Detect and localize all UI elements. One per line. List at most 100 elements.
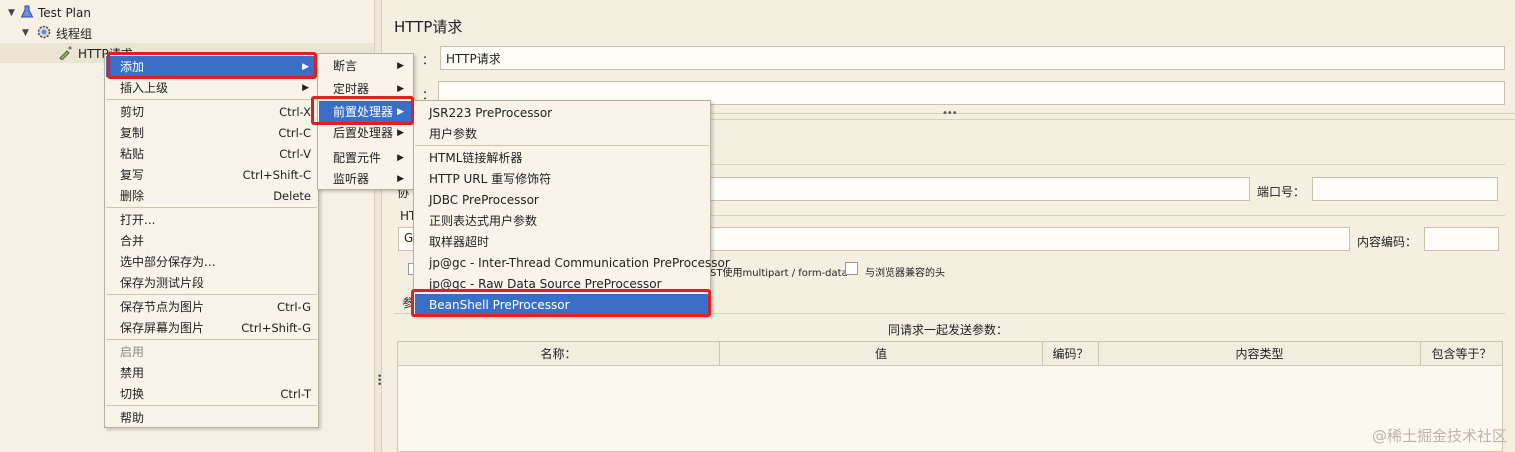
menu-item-user-parameters[interactable]: 用户参数 [415,123,709,144]
menu-item-jsr223-preprocessor[interactable]: JSR223 PreProcessor [415,102,709,123]
tree-node-thread-group[interactable]: ▼ 线程组 [22,23,92,43]
menu-item-label: BeanShell PreProcessor [429,297,570,312]
menu-separator [106,405,317,406]
menu-item-inter-thread-communication[interactable]: jp@gc - Inter-Thread Communication PrePr… [415,252,730,273]
menu-item-delete[interactable]: 删除 Delete [106,185,317,206]
menu-item-add[interactable]: 添加 ▶ [106,56,317,77]
menu-item-label: 添加 [120,60,145,74]
menu-item-label: 打开... [120,213,156,227]
menu-separator [106,207,317,208]
menu-item-label: 正则表达式用户参数 [429,214,538,228]
menu-item-label: 启用 [120,345,145,359]
menu-item-raw-data-source[interactable]: jp@gc - Raw Data Source PreProcessor [415,273,709,294]
menu-item-label: 保存为测试片段 [120,276,205,290]
menu-item-pre-processors[interactable]: 前置处理器 ▶ [319,101,412,122]
gear-icon [36,24,56,43]
menu-item-label: 后置处理器 [333,126,394,140]
browser-headers-checkbox[interactable] [845,262,858,275]
menu-item-help[interactable]: 帮助 [106,407,317,428]
menu-item-label: 保存节点为图片 [120,300,205,314]
menu-item-shortcut: Ctrl-G [277,299,311,314]
menu-item-save-node-as-image[interactable]: 保存节点为图片 Ctrl-G [106,296,317,317]
menu-item-copy[interactable]: 复制 Ctrl-C [106,122,317,143]
path-field[interactable] [710,227,1350,251]
menu-separator [106,99,317,100]
menu-separator [415,145,709,146]
menu-item-toggle[interactable]: 切换 Ctrl-T [106,383,317,404]
menu-item-label: 剪切 [120,105,145,119]
menu-item-label: JDBC PreProcessor [429,192,539,207]
multipart-label: ST使用multipart / form-data [710,268,848,279]
watermark: @稀土掘金技术社区 [1371,427,1507,445]
menu-item-shortcut: Ctrl-V [279,146,311,161]
menu-separator [106,339,317,340]
menu-item-post-processors[interactable]: 后置处理器 ▶ [319,122,412,143]
menu-item-paste[interactable]: 粘贴 Ctrl-V [106,143,317,164]
menu-item-label: JSR223 PreProcessor [429,105,553,120]
menu-item-label: 禁用 [120,366,145,380]
menu-item-assertions[interactable]: 断言 ▶ [319,55,412,76]
menu-item-label: 帮助 [120,411,145,425]
content-encoding-field[interactable] [1424,227,1499,251]
menu-item-label: 监听器 [333,172,370,186]
menu-item-save-as-test-fragment[interactable]: 保存为测试片段 [106,272,317,293]
menu-item-shortcut: Ctrl+Shift-G [241,320,311,335]
menu-item-label: 配置元件 [333,151,382,165]
menu-item-label: 断言 [333,59,358,73]
menu-item-disable[interactable]: 禁用 [106,362,317,383]
menu-item-save-screen-as-image[interactable]: 保存屏幕为图片 Ctrl+Shift-G [106,317,317,338]
menu-item-http-url-rewriting-modifier[interactable]: HTTP URL 重写修饰符 [415,168,709,189]
menu-item-label: 前置处理器 [333,105,394,119]
tree-label-test-plan: Test Plan [38,6,91,20]
column-header-include-equals[interactable]: 包含等于？ [1421,342,1502,366]
menu-item-listeners[interactable]: 监听器 ▶ [319,168,412,189]
menu-item-merge[interactable]: 合并 [106,230,317,251]
column-header-encode[interactable]: 编码？ [1043,342,1099,366]
submenu-arrow-icon: ▶ [397,127,404,138]
splitter-grip-icon[interactable]: ••• [377,373,382,390]
menu-item-open[interactable]: 打开... [106,209,317,230]
menu-item-regex-user-parameters[interactable]: 正则表达式用户参数 [415,210,709,231]
splitter-grip-icon[interactable]: ••• [942,108,958,119]
menu-item-sample-timeout[interactable]: 取样器超时 [415,231,709,252]
menu-item-shortcut: Ctrl+Shift-C [242,167,311,182]
menu-item-jdbc-preprocessor[interactable]: JDBC PreProcessor [415,189,709,210]
expand-arrow-icon[interactable]: ▼ [22,28,36,38]
menu-item-shortcut: Ctrl-T [280,386,311,401]
menu-item-label: 用户参数 [429,127,478,141]
name-label: ： [422,53,435,67]
expand-arrow-icon[interactable]: ▼ [8,8,20,18]
tree-node-test-plan[interactable]: ▼ Test Plan [8,3,91,23]
params-caption: 同请求一起发送参数： [888,323,1009,337]
port-field[interactable] [1312,177,1498,201]
menu-item-save-selection-as[interactable]: 选中部分保存为... [106,251,317,272]
menu-item-insert-parent[interactable]: 插入上级 ▶ [106,77,317,98]
submenu-arrow-icon: ▶ [302,61,309,72]
menu-item-enable: 启用 [106,341,317,362]
browser-headers-label: 与浏览器兼容的头 [865,268,945,279]
column-header-content-type[interactable]: 内容类型 [1099,342,1421,366]
menu-item-html-link-parser[interactable]: HTML链接解析器 [415,147,709,168]
menu-item-duplicate[interactable]: 复写 Ctrl+Shift-C [106,164,317,185]
menu-item-label: 复写 [120,168,145,182]
name-field[interactable]: HTTP请求 [440,46,1505,70]
pre-processors-submenu: JSR223 PreProcessor 用户参数 HTML链接解析器 HTTP … [413,100,730,316]
server-field[interactable] [710,177,1250,201]
column-header-name[interactable]: 名称： [398,342,720,366]
menu-item-label: 保存屏幕为图片 [120,321,205,335]
menu-item-label: HTTP URL 重写修饰符 [429,172,552,186]
submenu-arrow-icon: ▶ [397,152,404,163]
menu-separator [106,294,317,295]
pipette-icon [58,44,78,63]
menu-item-shortcut: Delete [273,188,311,203]
menu-item-cut[interactable]: 剪切 Ctrl-X [106,101,317,122]
submenu-arrow-icon: ▶ [397,83,404,94]
submenu-arrow-icon: ▶ [397,106,404,117]
tree-label-thread-group: 线程组 [56,26,93,41]
menu-item-beanshell-preprocessor[interactable]: BeanShell PreProcessor [415,294,709,315]
menu-item-timers[interactable]: 定时器 ▶ [319,78,412,99]
column-header-value[interactable]: 值 [720,342,1043,366]
menu-item-label: HTML链接解析器 [429,151,523,165]
menu-item-label: 插入上级 [120,81,169,95]
menu-item-config-elements[interactable]: 配置元件 ▶ [319,147,412,168]
